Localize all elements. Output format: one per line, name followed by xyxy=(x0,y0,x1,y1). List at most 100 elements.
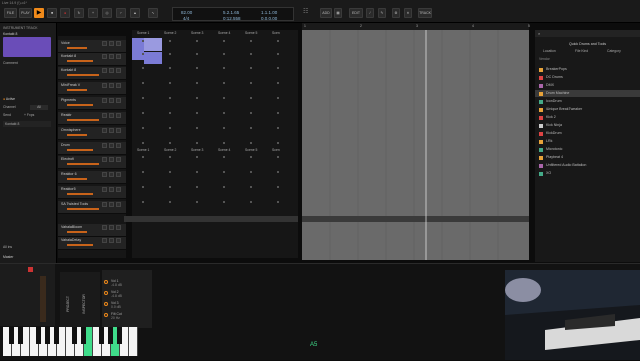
mute-button[interactable] xyxy=(102,225,107,230)
empty-slot[interactable] xyxy=(142,40,144,42)
mute-button[interactable] xyxy=(102,143,107,148)
solo-button[interactable] xyxy=(109,225,114,230)
empty-slot[interactable] xyxy=(196,171,198,173)
browser-tab[interactable]: Category xyxy=(607,49,621,53)
browser-item[interactable]: Playbeat 4 xyxy=(535,154,640,161)
empty-slot[interactable] xyxy=(277,82,279,84)
empty-slot[interactable] xyxy=(223,142,225,144)
track-header[interactable]: Reaktor 6 xyxy=(58,171,126,184)
solo-button[interactable] xyxy=(109,41,114,46)
play-menu-button[interactable]: PLAY xyxy=(19,8,32,18)
loop-icon[interactable]: ↻ xyxy=(74,8,84,18)
track-color-pads[interactable] xyxy=(3,37,51,57)
empty-slot[interactable] xyxy=(196,112,198,114)
empty-slot[interactable] xyxy=(277,171,279,173)
empty-slot[interactable] xyxy=(169,127,171,129)
empty-slot[interactable] xyxy=(277,53,279,55)
clip-kontakt[interactable] xyxy=(144,52,162,64)
stop-button[interactable]: ■ xyxy=(47,8,57,18)
solo-button[interactable] xyxy=(109,172,114,177)
scene-header[interactable]: Scen xyxy=(272,147,280,153)
empty-slot[interactable] xyxy=(277,142,279,144)
empty-slot[interactable] xyxy=(223,97,225,99)
arm-button[interactable] xyxy=(116,98,121,103)
arm-button[interactable] xyxy=(116,187,121,192)
mute-button[interactable] xyxy=(102,54,107,59)
track-header[interactable]: Kontakt 8 xyxy=(58,53,126,66)
empty-slot[interactable] xyxy=(142,186,144,188)
track-header[interactable]: VahalaDelay xyxy=(58,237,126,250)
piano-black-key[interactable] xyxy=(54,327,59,344)
browser-item[interactable]: DMX xyxy=(535,82,640,89)
volume-meter[interactable] xyxy=(40,276,46,322)
fx-button[interactable]: + Fxps xyxy=(24,113,34,117)
track-volume-bar[interactable] xyxy=(67,193,93,195)
mute-button[interactable] xyxy=(102,98,107,103)
empty-slot[interactable] xyxy=(223,127,225,129)
scene-header[interactable]: Scene 5 xyxy=(245,30,257,36)
empty-slot[interactable] xyxy=(223,171,225,173)
track-header[interactable]: Electrofi xyxy=(58,156,126,169)
track-header[interactable]: MiniFreak V xyxy=(58,82,126,95)
scene-header[interactable]: Scen xyxy=(272,30,280,36)
empty-slot[interactable] xyxy=(196,97,198,99)
gear-icon[interactable]: ⚙ xyxy=(392,8,400,18)
piano-black-key[interactable] xyxy=(45,327,50,344)
track-volume-bar[interactable] xyxy=(67,47,87,49)
browser-item[interactable]: KickDrum xyxy=(535,130,640,137)
empty-slot[interactable] xyxy=(142,171,144,173)
track-volume-bar[interactable] xyxy=(67,163,99,165)
groove-icon[interactable]: ∿ xyxy=(148,8,158,18)
edit-button[interactable]: EDIT xyxy=(349,8,363,18)
track-header[interactable]: Reaktr xyxy=(58,112,126,125)
piano-black-key[interactable] xyxy=(108,327,113,344)
empty-slot[interactable] xyxy=(223,67,225,69)
empty-slot[interactable] xyxy=(250,67,252,69)
track-header[interactable]: Drum xyxy=(58,142,126,155)
solo-button[interactable] xyxy=(109,98,114,103)
empty-slot[interactable] xyxy=(277,201,279,203)
scene-header[interactable]: Scene 1 xyxy=(137,147,149,153)
scene-header[interactable]: Scene 3 xyxy=(191,30,203,36)
browser-tab[interactable]: File Kind xyxy=(575,49,588,53)
browser-item[interactable]: Unfiltered Audio Battalion xyxy=(535,162,640,169)
empty-slot[interactable] xyxy=(169,53,171,55)
track-header[interactable]: Pigments xyxy=(58,97,126,110)
record-arm-button[interactable] xyxy=(28,267,33,272)
empty-slot[interactable] xyxy=(142,82,144,84)
mute-button[interactable] xyxy=(102,172,107,177)
add-button[interactable]: ADD xyxy=(320,8,332,18)
empty-slot[interactable] xyxy=(169,201,171,203)
empty-slot[interactable] xyxy=(250,97,252,99)
empty-slot[interactable] xyxy=(169,82,171,84)
track-header[interactable]: Voice xyxy=(58,40,126,53)
track-volume-bar[interactable] xyxy=(67,119,99,121)
empty-slot[interactable] xyxy=(223,156,225,158)
solo-button[interactable] xyxy=(109,113,114,118)
empty-slot[interactable] xyxy=(169,112,171,114)
empty-slot[interactable] xyxy=(277,156,279,158)
record-button[interactable]: ● xyxy=(60,8,70,18)
mute-button[interactable] xyxy=(102,83,107,88)
empty-slot[interactable] xyxy=(142,127,144,129)
track-header[interactable]: VahalaBloom xyxy=(58,224,126,237)
mute-button[interactable] xyxy=(102,238,107,243)
empty-slot[interactable] xyxy=(250,186,252,188)
empty-slot[interactable] xyxy=(169,171,171,173)
empty-slot[interactable] xyxy=(169,156,171,158)
empty-slot[interactable] xyxy=(223,40,225,42)
arm-button[interactable] xyxy=(116,41,121,46)
piano-white-key[interactable] xyxy=(129,327,138,356)
track-header[interactable]: Kontakt 8 xyxy=(58,67,126,80)
empty-slot[interactable] xyxy=(196,40,198,42)
scene-header[interactable]: Scene 2 xyxy=(164,147,176,153)
piano-black-key[interactable] xyxy=(99,327,104,344)
x-icon[interactable]: ✕ xyxy=(404,8,412,18)
clip-voice[interactable] xyxy=(144,38,162,51)
browser-item[interactable]: LRk xyxy=(535,138,640,145)
track-volume-bar[interactable] xyxy=(67,149,93,151)
track-volume-bar[interactable] xyxy=(67,244,93,246)
arm-button[interactable] xyxy=(116,143,121,148)
empty-slot[interactable] xyxy=(277,127,279,129)
empty-slot[interactable] xyxy=(196,53,198,55)
